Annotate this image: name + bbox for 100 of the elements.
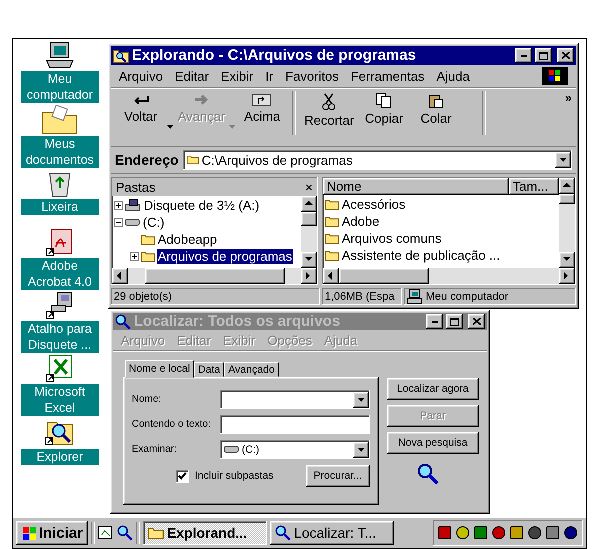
scroll-left-arrow-icon [116,272,124,280]
menu-item[interactable]: Favoritos [286,68,339,84]
start-button[interactable]: Iniciar [16,521,88,545]
toolbar-button[interactable]: Acima [236,91,288,126]
scroll-right-arrow-icon [563,272,571,280]
address-field[interactable]: C:\Arquivos de programas [182,150,572,170]
drive-icon [125,218,140,227]
scroll-down-button[interactable] [301,252,317,268]
menu-item[interactable]: Editar [175,68,210,84]
horizontal-scrollbar[interactable] [112,268,317,284]
scrollbar-thumb[interactable] [144,268,284,284]
folder-icon [186,155,199,165]
close-icon [562,52,570,59]
computer-icon [407,289,423,304]
file-item[interactable]: Assistente de publicação ... [341,248,502,263]
dropdown-button[interactable] [353,392,369,408]
menu-item[interactable]: Ajuda [436,68,470,84]
browse-button[interactable]: Procurar... [306,465,370,487]
computer-icon [45,42,75,70]
maximize-icon [450,318,459,326]
tab[interactable]: Data [194,362,224,377]
scroll-right-button[interactable] [301,268,317,284]
scroll-up-button[interactable] [559,178,575,194]
menu-item[interactable]: Ir [266,68,274,84]
file-item[interactable]: Adobe [341,214,381,229]
desktop-icon-label[interactable]: Microsoft Excel [21,384,99,416]
scroll-left-button[interactable] [112,268,128,284]
more-button[interactable]: » [565,91,572,105]
folder-icon [325,232,339,244]
magnifier-icon [117,525,134,541]
close-button[interactable] [468,314,485,329]
desktop-icon-label[interactable]: Meu computador [21,71,99,103]
horizontal-scrollbar[interactable] [323,268,575,284]
task-button[interactable]: Explorand... [143,521,268,545]
quick-launch-button[interactable] [117,525,134,541]
desktop-icon-label[interactable]: Atalho para Disquete ... [21,321,99,353]
close-icon [472,318,480,325]
windows-flag-icon [549,70,561,82]
status-cell: 1,06MB (Espa [322,288,402,305]
scroll-right-button[interactable] [559,268,575,284]
file-item[interactable]: Arquivos comuns [341,231,443,246]
address-label: Endereço [115,152,179,168]
minimize-button[interactable] [426,314,443,329]
tab[interactable]: Avançado [224,362,279,377]
scrollbar-thumb[interactable] [559,194,575,204]
action-button[interactable]: Nova pesquisa [387,432,479,454]
toolbar-button[interactable]: Colar [410,91,462,128]
tree-item[interactable]: (C:) [142,215,166,230]
tree-item[interactable]: Disquete de 3½ (A:) [143,198,261,213]
close-button[interactable] [557,48,574,63]
column-header[interactable]: Tam... [509,178,559,195]
scroll-down-button[interactable] [559,252,575,268]
folder-icon [325,198,339,210]
input-field[interactable] [220,415,370,434]
dropdown-button[interactable] [555,152,571,168]
windows-flag-icon [21,526,37,540]
maximize-icon [539,52,548,60]
menu-item[interactable]: Arquivo [119,68,164,84]
file-item[interactable]: Acessórios [341,197,407,212]
back-arrow-icon [132,93,150,107]
desktop-icon-label[interactable]: Meus documentos [21,136,99,168]
maximize-button[interactable] [446,314,463,329]
column-header[interactable]: Nome [323,178,509,195]
scrollbar-thumb[interactable] [301,212,317,226]
tab[interactable]: Nome e local [125,360,194,378]
scrollbar-thumb[interactable] [339,268,429,284]
task-button[interactable]: Localizar: T... [270,521,394,545]
combo-box[interactable] [220,390,370,409]
status-cell: 29 objeto(s) [111,288,320,305]
vertical-scrollbar[interactable] [559,178,575,268]
caret-icon [167,125,174,129]
tree-item[interactable]: Arquivos de programas [157,249,294,264]
scroll-right-arrow-icon [305,272,313,280]
maximize-button[interactable] [535,48,552,63]
quick-launch-button[interactable] [98,525,114,541]
close-pane-button[interactable]: × [305,180,313,194]
vertical-scrollbar[interactable] [301,196,317,268]
scroll-left-button[interactable] [323,268,339,284]
toolbar-button[interactable]: Copiar [358,91,410,128]
menu-item[interactable]: Exibir [221,68,254,84]
desktop-icon-label[interactable]: Adobe Acrobat 4.0 [21,258,99,290]
scroll-down-arrow-icon [563,256,571,264]
drive-icon [224,445,239,454]
minimize-button[interactable] [515,48,532,63]
dropdown-button[interactable] [353,442,369,458]
dropdown-arrow[interactable] [167,125,174,129]
field-label: Examinar: [132,444,178,455]
caret-icon [358,398,364,402]
toolbar-button[interactable]: Recortar [300,91,358,130]
toolbar-button[interactable]: Voltar [115,91,167,126]
tree-item[interactable]: Adobeapp [157,232,218,247]
minimize-icon [432,320,438,322]
desktop-icon-label[interactable]: Lixeira [21,199,99,215]
desktop-icon-label[interactable]: Explorer [21,449,99,465]
scroll-up-button[interactable] [301,196,317,212]
checkbox[interactable] [176,470,189,482]
magnifier-icon [275,525,292,541]
action-button[interactable]: Localizar agora [387,378,479,400]
menu-item[interactable]: Ferramentas [350,68,425,84]
combo-box[interactable]: (C:) [220,440,370,459]
